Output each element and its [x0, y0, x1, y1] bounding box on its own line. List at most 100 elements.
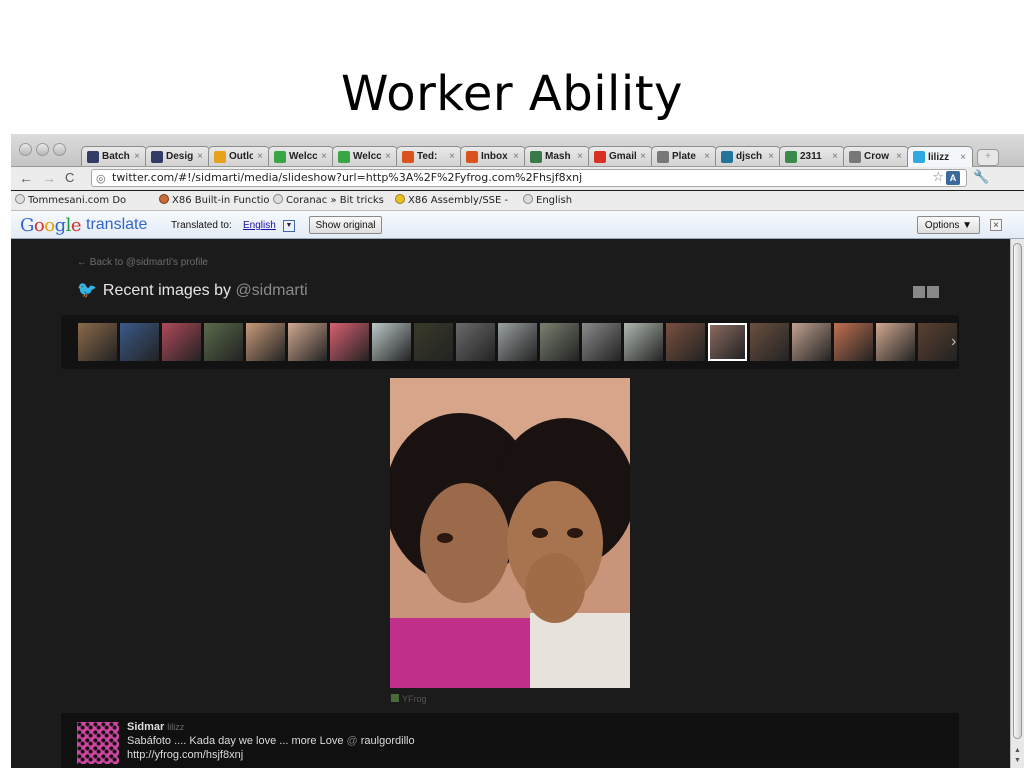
scroll-down-icon[interactable]: ▼ [1013, 757, 1022, 764]
thumbnail[interactable] [498, 323, 537, 361]
back-to-profile-link[interactable]: ← Back to @sidmarti's profile [77, 257, 208, 268]
tweet-mention[interactable]: raulgordillo [361, 735, 415, 747]
inbox-favicon-icon [466, 150, 478, 163]
tweet-link[interactable]: http://yfrog.com/hsjf8xnj [127, 749, 243, 761]
browser-tab[interactable]: Crow × [843, 146, 909, 166]
zoom-window-button[interactable] [53, 143, 66, 156]
bookmark-item[interactable]: X86 Assembly/SSE - [395, 194, 508, 206]
thumbnail[interactable] [246, 323, 285, 361]
tab-label: Gmail [609, 151, 637, 162]
bookmark-item[interactable]: Coranac » Bit tricks [273, 194, 384, 206]
scrollbar-thumb[interactable] [1013, 243, 1022, 739]
browser-tab[interactable]: Outlo × [208, 146, 270, 166]
tab-close-icon[interactable]: × [896, 151, 902, 162]
language-link[interactable]: English [243, 220, 276, 231]
minimize-window-button[interactable] [36, 143, 49, 156]
welcome-favicon-icon [338, 150, 350, 163]
avatar[interactable] [77, 722, 119, 764]
thumbnail[interactable] [372, 323, 411, 361]
tab-close-icon[interactable]: × [577, 151, 583, 162]
bookmark-star-icon[interactable]: ☆ [932, 170, 944, 186]
tab-close-icon[interactable]: × [513, 151, 519, 162]
tab-close-icon[interactable]: × [704, 151, 710, 162]
close-icon[interactable]: × [990, 219, 1002, 231]
mashable-favicon-icon [530, 150, 542, 163]
batch-favicon-icon [87, 150, 99, 163]
close-window-button[interactable] [19, 143, 32, 156]
show-original-button[interactable]: Show original [309, 216, 382, 234]
browser-tab[interactable]: Plate × [651, 146, 717, 166]
tab-close-icon[interactable]: × [134, 151, 140, 162]
bookmark-item[interactable]: English [523, 194, 572, 206]
thumbnail[interactable] [540, 323, 579, 361]
thumbnail[interactable] [834, 323, 873, 361]
bookmark-item[interactable]: Tommesani.com Do [15, 194, 126, 206]
gmail-favicon-icon [594, 150, 606, 163]
thumbnail[interactable] [456, 323, 495, 361]
browser-tab[interactable]: Welcc × [332, 146, 398, 166]
tab-close-icon[interactable]: × [449, 151, 455, 162]
tab-close-icon[interactable]: × [832, 151, 838, 162]
browser-tab[interactable]: Gmail × [588, 146, 653, 166]
browser-tab[interactable]: Ted: × [396, 146, 462, 166]
scroll-up-icon[interactable]: ▲ [1013, 747, 1022, 754]
browser-tab[interactable]: Desig × [145, 146, 210, 166]
chevron-down-icon[interactable]: ▼ [283, 220, 295, 232]
grid-view-icon[interactable] [927, 286, 939, 298]
browser-tab[interactable]: lilizz × [907, 146, 973, 167]
thumbnail[interactable] [162, 323, 201, 361]
globe-icon [15, 194, 25, 204]
bookmark-item[interactable]: X86 Built-in Functio [159, 194, 270, 206]
thumbnail[interactable] [708, 323, 747, 361]
browser-tab[interactable]: Mash × [524, 146, 590, 166]
thumbnail[interactable] [666, 323, 705, 361]
browser-tab[interactable]: 2311 × [779, 146, 845, 166]
tweet-text: Sabáfoto .... Kada day we love ... more … [127, 735, 415, 747]
welcome-favicon-icon [274, 150, 286, 163]
bookmark-icon [159, 194, 169, 204]
thumbnail[interactable] [330, 323, 369, 361]
thumbnail[interactable] [78, 323, 117, 361]
tab-close-icon[interactable]: × [640, 151, 646, 162]
new-tab-button[interactable]: + [977, 149, 999, 166]
browser-window: Batch × Desig × Outlo × Welcc × Welcc × Ted: × Inbox… [11, 134, 1024, 768]
main-photo [390, 378, 630, 688]
scrollbar[interactable]: ▲ ▼ [1010, 239, 1024, 768]
options-button[interactable]: Options ▼ [917, 216, 980, 234]
address-bar[interactable]: ◎ twitter.com/#!/sidmarti/media/slidesho… [91, 169, 967, 187]
wrench-icon[interactable]: 🔧 [973, 169, 989, 185]
photo-source[interactable]: YFrog [391, 694, 427, 704]
page-content: ← Back to @sidmarti's profile 🐦 Recent im… [11, 239, 1010, 768]
tab-label: Plate [672, 151, 696, 162]
translate-icon[interactable]: A [946, 171, 960, 185]
translated-to-label: Translated to: [171, 220, 232, 231]
tab-close-icon[interactable]: × [197, 151, 203, 162]
browser-tab[interactable]: Inbox × [460, 146, 526, 166]
thumbnail[interactable] [582, 323, 621, 361]
slideshow-view-icon[interactable] [913, 286, 925, 298]
forward-arrow-icon[interactable]: → [42, 170, 56, 186]
tab-close-icon[interactable]: × [321, 151, 327, 162]
tab-close-icon[interactable]: × [768, 151, 774, 162]
recent-title-handle[interactable]: @sidmarti [235, 282, 307, 299]
back-arrow-icon[interactable]: ← [19, 170, 33, 186]
thumbnail[interactable] [876, 323, 915, 361]
tab-close-icon[interactable]: × [960, 152, 966, 163]
next-arrow-icon[interactable]: › [951, 333, 956, 351]
tab-close-icon[interactable]: × [385, 151, 391, 162]
tab-label: Mash [545, 151, 571, 162]
thumbnail[interactable] [204, 323, 243, 361]
browser-tab[interactable]: Batch × [81, 146, 147, 166]
thumbnail-strip [61, 315, 959, 369]
thumbnail[interactable] [792, 323, 831, 361]
thumbnail[interactable] [414, 323, 453, 361]
thumbnail[interactable] [120, 323, 159, 361]
tab-close-icon[interactable]: × [257, 151, 263, 162]
reload-icon[interactable]: C [65, 170, 74, 185]
tweet-handle[interactable]: lilizz [167, 722, 184, 732]
thumbnail[interactable] [750, 323, 789, 361]
browser-tab[interactable]: djsch × [715, 146, 781, 166]
browser-tab[interactable]: Welcc × [268, 146, 334, 166]
thumbnail[interactable] [288, 323, 327, 361]
thumbnail[interactable] [624, 323, 663, 361]
